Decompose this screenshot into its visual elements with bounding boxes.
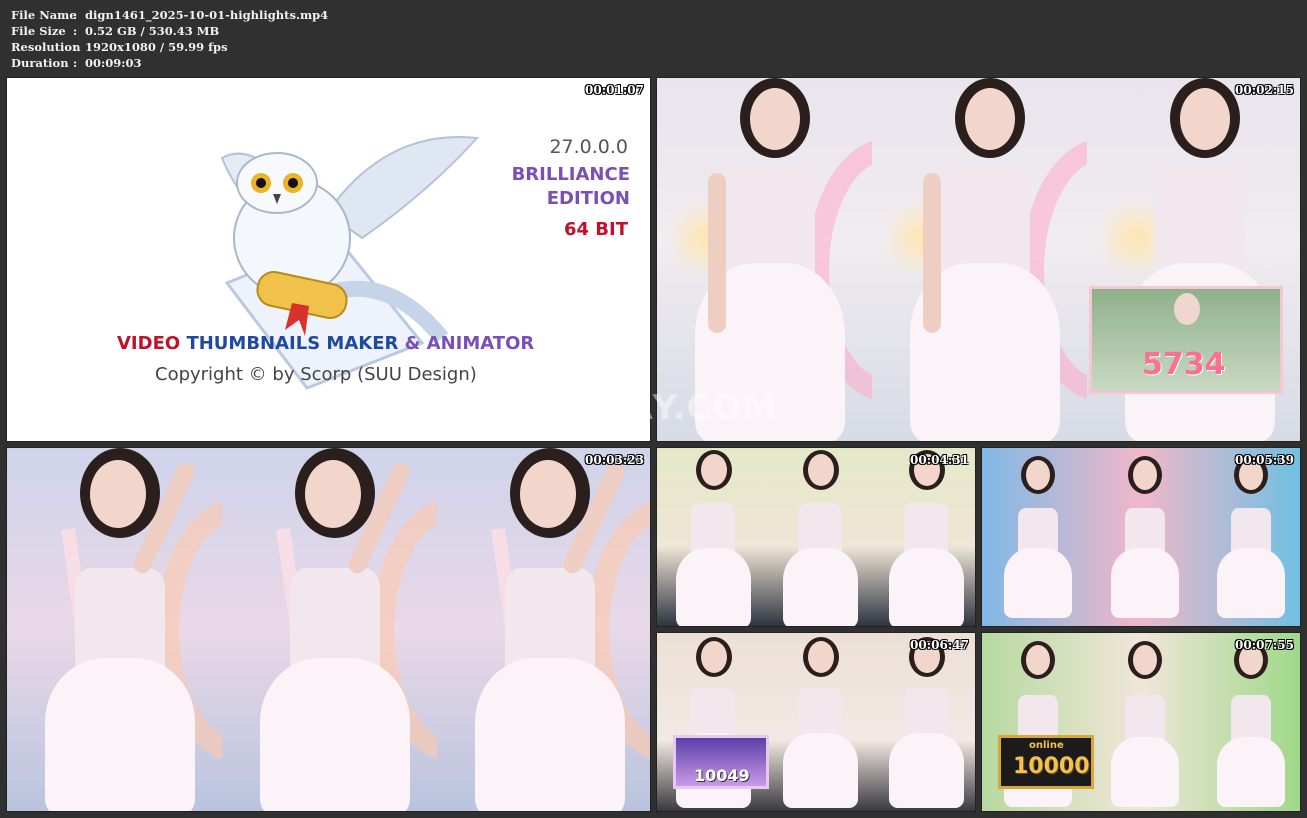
dancer-figure: [690, 78, 845, 441]
info-separator: :: [73, 40, 78, 54]
title-animator: ANIMATOR: [426, 333, 535, 354]
info-key: File Name: [11, 8, 77, 22]
edition-line-2: EDITION: [546, 188, 630, 209]
dancer-figure: [996, 448, 1076, 626]
badge-number: 10049: [694, 766, 750, 785]
timestamp-label: 00:06:47: [910, 638, 969, 652]
dancer-figure: [905, 78, 1060, 441]
thumbnail-3[interactable]: 00:04:31: [656, 447, 976, 627]
file-info-panel: File Name : dign1461_2025-10-01-highligh…: [11, 7, 328, 71]
dancer-figure: [884, 633, 964, 811]
timestamp-label: 00:02:15: [1235, 83, 1294, 97]
info-row-resolution: Resolution : 1920x1080 / 59.99 fps: [11, 39, 328, 55]
info-key: Resolution: [11, 40, 81, 54]
version-label: 27.0.0.0: [549, 136, 628, 158]
dancer-figure: [465, 448, 628, 811]
badge-number: 5734: [1142, 347, 1226, 382]
info-row-duration: Duration : 00:09:03: [11, 55, 328, 71]
timestamp-label: 00:01:07: [585, 83, 644, 97]
info-key: File Size: [11, 24, 66, 38]
dancer-figure: [778, 448, 858, 626]
dancer-figure: [1103, 633, 1183, 811]
dancer-figure: [1103, 448, 1183, 626]
dancer-figure: [671, 448, 751, 626]
copyright-text: Copyright © by Scorp (SUU Design): [155, 364, 477, 385]
watermark-text: LEAKGALLERY.COM: [400, 388, 778, 428]
info-row-file-name: File Name : dign1461_2025-10-01-highligh…: [11, 7, 328, 23]
overlay-badge: online 10000: [998, 735, 1094, 789]
info-separator: :: [73, 56, 78, 70]
title-thumbnails: THUMBNAILS MAKER: [186, 333, 399, 354]
edition-line-1: BRILLIANCE: [511, 164, 630, 185]
info-value: dign1461_2025-10-01-highlights.mp4: [85, 8, 329, 22]
badge-word: online: [1029, 740, 1064, 751]
info-separator: :: [73, 8, 78, 22]
dancer-figure: [1209, 448, 1289, 626]
timestamp-label: 00:05:39: [1235, 453, 1294, 467]
dancer-figure: [250, 448, 413, 811]
timestamp-label: 00:04:31: [910, 453, 969, 467]
thumbnail-5[interactable]: 00:06:47 10049: [656, 632, 976, 812]
info-value: 1920x1080 / 59.99 fps: [85, 40, 228, 54]
info-value: 0.52 GB / 530.43 MB: [85, 24, 220, 38]
dancer-figure: [35, 448, 198, 811]
dancer-figure: [778, 633, 858, 811]
info-separator: :: [73, 24, 78, 38]
info-key: Duration: [11, 56, 69, 70]
info-value: 00:09:03: [85, 56, 142, 70]
product-title: VIDEO THUMBNAILS MAKER & ANIMATOR: [117, 333, 534, 354]
thumbnail-2[interactable]: 00:03:23: [6, 447, 651, 812]
timestamp-label: 00:03:23: [585, 453, 644, 467]
overlay-badge: 10049: [673, 735, 769, 789]
overlay-badge: 5734: [1089, 286, 1283, 394]
thumbnail-4[interactable]: 00:05:39: [981, 447, 1301, 627]
title-video: VIDEO: [117, 333, 181, 354]
badge-number: 10000: [1013, 754, 1090, 779]
info-row-file-size: File Size : 0.52 GB / 530.43 MB: [11, 23, 328, 39]
bits-label: 64 BIT: [563, 219, 628, 240]
dancer-figure: [1209, 633, 1289, 811]
dancer-figure: [884, 448, 964, 626]
thumbnail-6[interactable]: 00:07:55 online 10000: [981, 632, 1301, 812]
timestamp-label: 00:07:55: [1235, 638, 1294, 652]
title-amp: &: [404, 333, 421, 354]
